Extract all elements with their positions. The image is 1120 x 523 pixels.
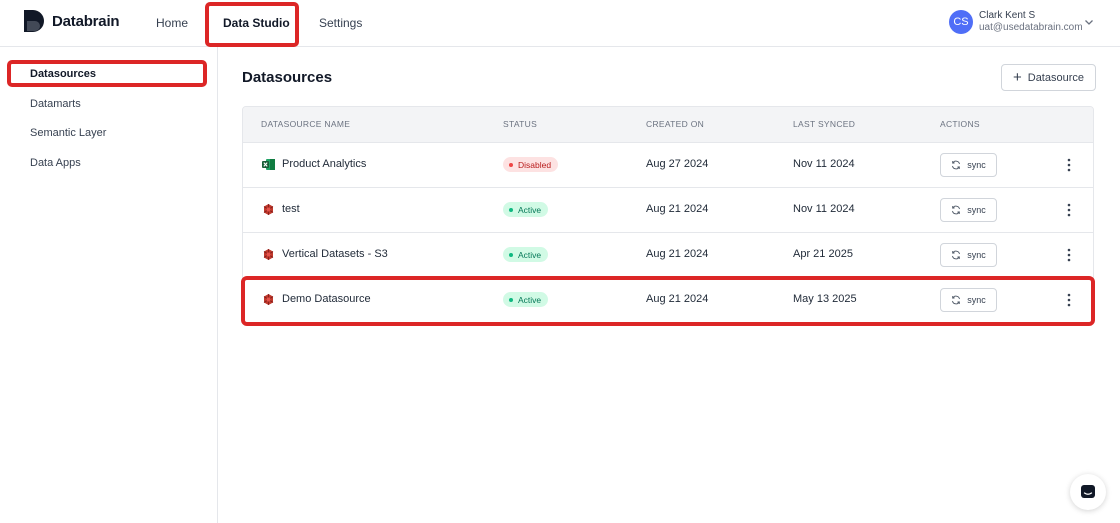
avatar: CS xyxy=(949,10,973,34)
last-synced: Apr 21 2025 xyxy=(793,248,853,260)
status-dot-icon xyxy=(509,162,513,167)
created-on: Aug 21 2024 xyxy=(646,203,709,215)
highlight-box xyxy=(7,60,207,87)
refresh-icon xyxy=(952,205,961,215)
redshift-icon xyxy=(263,249,274,260)
status-label: Active xyxy=(518,249,542,260)
status-label: Active xyxy=(518,204,542,215)
column-header-created: CREATED ON xyxy=(646,119,705,129)
sync-button[interactable]: sync xyxy=(940,198,997,222)
highlight-box xyxy=(241,276,1095,326)
plus-icon: + xyxy=(1012,69,1022,86)
add-datasource-button[interactable]: + Datasource xyxy=(1001,64,1096,91)
column-header-actions: ACTIONS xyxy=(940,119,980,129)
add-datasource-label: Datasource xyxy=(1027,71,1085,84)
refresh-icon xyxy=(952,250,961,260)
status-dot-icon xyxy=(509,207,513,212)
datasource-name[interactable]: test xyxy=(282,203,300,215)
column-header-synced: LAST SYNCED xyxy=(793,119,856,129)
sidebar-item-data-apps[interactable]: Data Apps xyxy=(30,157,81,169)
sync-label: sync xyxy=(967,250,986,260)
column-header-name: DATASOURCE NAME xyxy=(261,119,351,129)
excel-icon xyxy=(262,159,275,170)
table-row[interactable]: Vertical Datasets - S3 Active Aug 21 202… xyxy=(243,233,1093,278)
user-menu[interactable]: CS Clark Kent S uat@usedatabrain.com xyxy=(949,10,1083,34)
datasource-name[interactable]: Vertical Datasets - S3 xyxy=(282,248,388,260)
chat-icon xyxy=(1081,485,1095,498)
last-synced: Nov 11 2024 xyxy=(793,158,855,170)
status-badge: Active xyxy=(503,247,549,262)
status-label: Disabled xyxy=(518,159,552,170)
nav-settings[interactable]: Settings xyxy=(319,16,362,30)
top-bar: Databrain Home Data Studio Settings CS C… xyxy=(0,0,1120,47)
last-synced: Nov 11 2024 xyxy=(793,203,855,215)
more-options-icon[interactable] xyxy=(1064,247,1074,263)
user-info: Clark Kent S uat@usedatabrain.com xyxy=(979,10,1083,34)
databrain-logo-icon xyxy=(24,10,44,32)
sync-label: sync xyxy=(967,205,986,215)
sync-button[interactable]: sync xyxy=(940,243,997,267)
user-email: uat@usedatabrain.com xyxy=(979,22,1083,33)
page-title: Datasources xyxy=(242,69,333,86)
table-row[interactable]: test Active Aug 21 2024 Nov 11 2024 sync xyxy=(243,188,1093,233)
sidebar xyxy=(0,47,218,523)
user-name: Clark Kent S xyxy=(979,10,1036,21)
chat-support-button[interactable] xyxy=(1070,474,1106,510)
redshift-icon xyxy=(263,204,274,215)
sync-label: sync xyxy=(967,160,986,170)
column-header-status: STATUS xyxy=(503,119,538,129)
logo[interactable]: Databrain xyxy=(24,10,120,32)
created-on: Aug 21 2024 xyxy=(646,248,709,260)
sync-button[interactable]: sync xyxy=(940,153,997,177)
highlight-box xyxy=(205,2,299,47)
status-badge: Disabled xyxy=(503,157,559,172)
sidebar-item-datamarts[interactable]: Datamarts xyxy=(30,98,81,110)
created-on: Aug 27 2024 xyxy=(646,158,709,170)
more-options-icon[interactable] xyxy=(1064,157,1074,173)
nav-home[interactable]: Home xyxy=(156,16,188,30)
chevron-down-icon[interactable] xyxy=(1083,16,1095,28)
app-name: Databrain xyxy=(52,12,120,30)
status-badge: Active xyxy=(503,202,549,217)
more-options-icon[interactable] xyxy=(1064,202,1074,218)
table-header: DATASOURCE NAME STATUS CREATED ON LAST S… xyxy=(243,107,1093,143)
status-dot-icon xyxy=(509,252,513,257)
table-row[interactable]: Product Analytics Disabled Aug 27 2024 N… xyxy=(243,143,1093,188)
sidebar-item-semantic-layer[interactable]: Semantic Layer xyxy=(30,127,106,139)
datasource-name[interactable]: Product Analytics xyxy=(282,158,366,170)
refresh-icon xyxy=(952,160,961,170)
